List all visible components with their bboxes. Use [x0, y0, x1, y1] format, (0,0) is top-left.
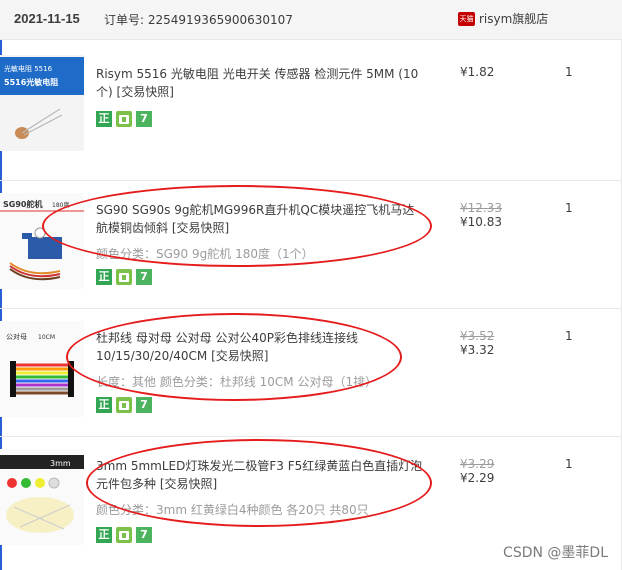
svg-text:光敏电阻 5516: 光敏电阻 5516: [4, 64, 53, 73]
authentic-badge-icon: 正: [96, 527, 112, 543]
authentic-badge-icon: 正: [96, 269, 112, 285]
service-badges: 正 7: [96, 527, 152, 543]
order-number-label: 订单号:: [104, 13, 148, 27]
order-date: 2021-11-15: [14, 11, 80, 26]
actual-price: ¥1.82: [460, 65, 495, 79]
price-cell: ¥1.82: [460, 65, 494, 79]
quantity: 1: [565, 201, 573, 215]
authentic-badge-icon: 正: [96, 111, 112, 127]
svg-text:10CM: 10CM: [38, 334, 55, 341]
product-thumbnail[interactable]: 3mm: [0, 449, 84, 545]
annotation-circle: [66, 313, 402, 401]
product-thumbnail[interactable]: 光敏电阻 5516 5516光敏电阻: [0, 55, 84, 151]
guarantee-badge-icon: [116, 527, 132, 543]
actual-price: ¥2.29: [460, 471, 495, 485]
shop-name[interactable]: risym旗舰店: [479, 10, 548, 27]
shop-link[interactable]: 天猫 risym旗舰店: [458, 10, 548, 27]
price-cell: ¥3.52 ¥3.32: [460, 329, 494, 357]
order-item-row: 公对母 10CM 杜邦线 母对母 公对母 公对公40P彩色排线连接线10/15/…: [0, 309, 622, 437]
order-item-row: 光敏电阻 5516 5516光敏电阻 Risym 5516 光敏电阻 光电开关 …: [0, 41, 622, 181]
quantity: 1: [565, 65, 573, 79]
original-price: ¥12.33: [460, 201, 502, 215]
svg-text:3mm: 3mm: [50, 459, 71, 468]
quantity: 1: [565, 457, 573, 471]
seven-day-return-badge-icon: 7: [136, 397, 152, 413]
svg-text:SG90舵机: SG90舵机: [3, 199, 42, 209]
price-cell: ¥12.33 ¥10.83: [460, 201, 502, 229]
svg-text:公对母: 公对母: [6, 332, 27, 341]
annotation-circle: [86, 439, 432, 527]
service-badges: 正 7: [96, 269, 152, 285]
actual-price: ¥3.32: [460, 343, 495, 357]
guarantee-badge-icon: [116, 397, 132, 413]
svg-text:5516光敏电阻: 5516光敏电阻: [4, 77, 58, 87]
product-title[interactable]: Risym 5516 光敏电阻 光电开关 传感器 检测元件 5MM (10个) …: [96, 65, 426, 101]
service-badges: 正 7: [96, 111, 152, 127]
seven-day-return-badge-icon: 7: [136, 527, 152, 543]
tmall-icon: 天猫: [458, 11, 475, 26]
actual-price: ¥10.83: [460, 215, 502, 229]
order-item-row: SG90舵机 180度 SG90 SG90s 9g舵机MG996R直升机QC模块…: [0, 181, 622, 309]
order-number-value: 2254919365900630107: [147, 13, 293, 27]
original-price: ¥3.52: [460, 329, 495, 343]
snapshot-link[interactable]: [交易快照]: [117, 85, 174, 99]
watermark: CSDN @墨菲DL: [503, 545, 608, 561]
quantity: 1: [565, 329, 573, 343]
order-number: 订单号: 2254919365900630107: [104, 11, 293, 28]
guarantee-badge-icon: [116, 269, 132, 285]
service-badges: 正 7: [96, 397, 152, 413]
guarantee-badge-icon: [116, 111, 132, 127]
authentic-badge-icon: 正: [96, 397, 112, 413]
order-header: 2021-11-15 订单号: 2254919365900630107 天猫 r…: [0, 0, 622, 40]
annotation-circle: [42, 185, 432, 267]
price-cell: ¥3.29 ¥2.29: [460, 457, 494, 485]
original-price: ¥3.29: [460, 457, 495, 471]
seven-day-return-badge-icon: 7: [136, 269, 152, 285]
seven-day-return-badge-icon: 7: [136, 111, 152, 127]
